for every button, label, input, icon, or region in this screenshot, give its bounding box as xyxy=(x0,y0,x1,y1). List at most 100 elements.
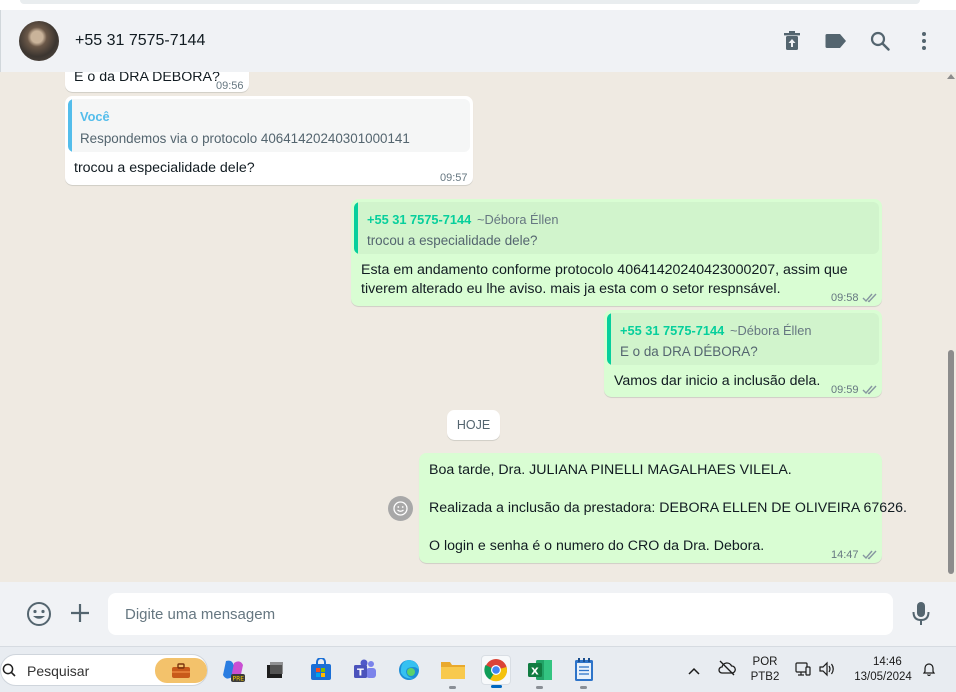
emoji-reaction-button[interactable] xyxy=(388,496,413,521)
message-input[interactable]: Digite uma mensagem xyxy=(108,593,893,635)
message-time: 09:58 xyxy=(831,289,878,308)
language-indicator[interactable]: POR PTB2 xyxy=(748,655,782,685)
quote-alias: ~Débora Éllen xyxy=(730,323,812,338)
cloud-offline-icon[interactable] xyxy=(718,660,736,681)
message-text-line: Boa tarde, Dra. JULIANA PINELLI MAGALHAE… xyxy=(429,462,792,478)
svg-text:PRE: PRE xyxy=(233,676,245,683)
quoted-message[interactable]: Você Respondemos via o protocolo 4064142… xyxy=(68,99,470,152)
message-text: E o da DRA DÉBORA? xyxy=(74,72,220,85)
quote-text: Respondemos via o protocolo 406414202403… xyxy=(80,131,410,146)
search-icon xyxy=(2,663,16,677)
taskbar-search[interactable]: Pesquisar xyxy=(0,654,208,686)
chat-header[interactable]: +55 31 7575-7144 xyxy=(0,10,956,72)
clock-date: 13/05/2024 xyxy=(854,671,912,683)
delete-icon[interactable] xyxy=(780,29,804,53)
message-time: 09:57 xyxy=(440,172,468,184)
task-view-icon xyxy=(267,662,283,678)
quote-bar xyxy=(68,99,72,152)
message-text: trocou a especialidade dele? xyxy=(74,160,255,176)
file-explorer-app[interactable] xyxy=(438,655,468,689)
message-in[interactable]: E o da DRA DÉBORA? 09:56 xyxy=(65,72,249,92)
double-check-icon xyxy=(862,293,877,303)
time-text: 14:47 xyxy=(831,549,859,561)
display-network-icon[interactable] xyxy=(795,661,811,682)
message-text-line: Realizada a inclusão da prestadora: DEBO… xyxy=(429,500,907,516)
folder-icon xyxy=(441,662,465,679)
time-text: 09:59 xyxy=(831,384,859,396)
chrome-icon xyxy=(484,659,508,682)
smiley-icon xyxy=(393,501,408,516)
windows-taskbar: Pesquisar PRE T X POR PTB2 14:46 13/05/2… xyxy=(0,646,956,692)
system-clock[interactable]: 14:46 13/05/2024 xyxy=(845,655,921,685)
keyboard-layout: PTB2 xyxy=(750,671,780,683)
message-out[interactable]: +55 31 7575-7144 ~Débora Éllen trocou a … xyxy=(351,199,882,306)
contact-name[interactable]: +55 31 7575-7144 xyxy=(75,32,205,50)
task-view-app[interactable] xyxy=(260,655,290,685)
quote-author: Você xyxy=(80,109,110,124)
svg-text:X: X xyxy=(531,667,539,678)
quoted-message[interactable]: +55 31 7575-7144 ~Débora Éllen trocou a … xyxy=(354,202,879,254)
message-time: 09:59 xyxy=(831,381,878,400)
chat-scrollbar[interactable] xyxy=(947,72,955,582)
clock-time: 14:46 xyxy=(873,656,902,668)
chat-area[interactable]: E o da DRA DÉBORA? 09:56 Você Respondemo… xyxy=(0,72,956,582)
scroll-up-arrow-icon[interactable] xyxy=(947,74,955,79)
running-indicator xyxy=(580,686,587,689)
menu-icon[interactable] xyxy=(912,29,936,53)
message-text: Vamos dar inicio a inclusão dela. xyxy=(614,373,821,389)
emoji-icon[interactable] xyxy=(26,601,52,632)
excel-app[interactable]: X xyxy=(525,655,555,689)
message-out[interactable]: +55 31 7575-7144 ~Débora Éllen E o da DR… xyxy=(604,310,882,397)
teams-icon: T xyxy=(354,659,376,679)
scrollbar-thumb[interactable] xyxy=(948,350,954,574)
active-indicator xyxy=(491,685,502,688)
search-icon[interactable] xyxy=(868,29,892,53)
window-top-strip xyxy=(0,0,956,10)
edge-app[interactable] xyxy=(394,655,424,685)
chrome-app[interactable] xyxy=(481,655,511,688)
header-actions xyxy=(780,10,936,72)
notepad-app[interactable] xyxy=(569,655,599,689)
contact-avatar[interactable] xyxy=(19,21,59,61)
message-text-line: O login e senha é o numero do CRO da Dra… xyxy=(429,538,765,554)
quote-author: +55 31 7575-7144 xyxy=(367,212,472,227)
tray-chevron-up-icon[interactable] xyxy=(688,663,700,681)
edge-icon xyxy=(399,660,419,680)
quoted-message[interactable]: +55 31 7575-7144 ~Débora Éllen E o da DR… xyxy=(607,313,879,365)
message-in[interactable]: Você Respondemos via o protocolo 4064142… xyxy=(65,96,473,185)
copilot-app[interactable]: PRE xyxy=(218,655,248,685)
language-code: POR xyxy=(752,656,778,668)
label-icon[interactable] xyxy=(824,29,848,53)
running-indicator xyxy=(536,686,543,689)
double-check-icon xyxy=(862,550,877,560)
message-out[interactable]: Boa tarde, Dra. JULIANA PINELLI MAGALHAE… xyxy=(419,453,907,565)
message-time: 14:47 xyxy=(831,546,878,565)
quote-bar xyxy=(607,313,611,365)
message-text-line: tiverem alterado eu lhe aviso. mais ja e… xyxy=(361,281,781,297)
briefcase-icon xyxy=(155,658,207,683)
quote-alias: ~Débora Éllen xyxy=(477,212,559,227)
running-indicator xyxy=(449,686,456,689)
message-composer: Digite uma mensagem xyxy=(0,582,956,646)
quote-author: +55 31 7575-7144 xyxy=(620,323,725,338)
microphone-icon[interactable] xyxy=(911,601,931,632)
top-pill xyxy=(20,0,920,4)
quote-bar xyxy=(354,202,358,254)
notepad-icon xyxy=(575,658,593,681)
microsoft-store-app[interactable] xyxy=(306,655,336,685)
svg-text:T: T xyxy=(357,668,364,679)
time-text: 09:58 xyxy=(831,292,859,304)
teams-app[interactable]: T xyxy=(350,655,380,685)
double-check-icon xyxy=(862,385,877,395)
message-text-line: Esta em andamento conforme protocolo 406… xyxy=(361,262,848,278)
notification-bell-icon[interactable] xyxy=(922,661,936,682)
store-icon xyxy=(311,658,331,680)
excel-icon: X xyxy=(528,660,552,680)
volume-icon[interactable] xyxy=(818,661,836,682)
copilot-icon: PRE xyxy=(223,660,245,683)
quote-text: trocou a especialidade dele? xyxy=(367,233,538,248)
attach-plus-icon[interactable] xyxy=(68,601,92,630)
search-label: Pesquisar xyxy=(27,663,90,679)
message-time: 09:56 xyxy=(216,80,244,92)
date-divider: HOJE xyxy=(447,410,500,440)
